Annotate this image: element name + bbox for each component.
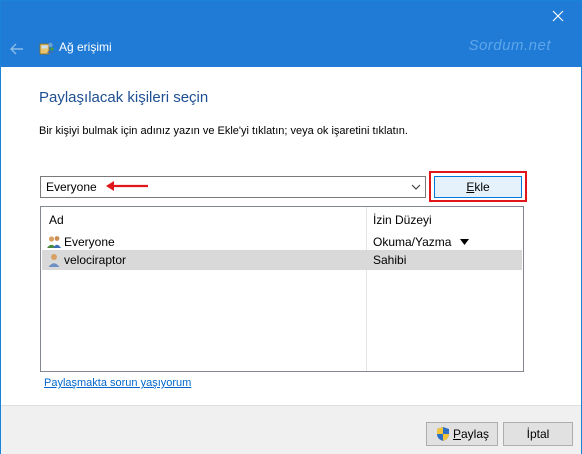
title-bar: [1, 1, 581, 31]
close-icon: [552, 10, 564, 22]
window-title: Ağ erişimi: [59, 40, 112, 54]
add-button[interactable]: Ekle: [434, 176, 522, 198]
sharing-trouble-link[interactable]: Paylaşmakta sorun yaşıyorum: [44, 377, 191, 389]
caret-down-icon[interactable]: [460, 239, 469, 245]
uac-shield-icon: [436, 427, 449, 441]
close-button[interactable]: [535, 1, 581, 31]
dialog-footer: Paylaş İptal: [1, 405, 581, 454]
network-share-icon: [39, 42, 54, 55]
share-button-accesskey: P: [452, 427, 461, 441]
cancel-button[interactable]: İptal: [503, 422, 573, 446]
list-item-everyone[interactable]: Everyone Okuma/Yazma: [42, 232, 522, 252]
back-button[interactable]: [7, 39, 27, 59]
list-item-velociraptor[interactable]: velociraptor Sahibi: [42, 250, 522, 270]
share-list[interactable]: Ad İzin Düzeyi Everyone Okuma/Yazma velo…: [40, 206, 524, 372]
watermark: Sordum.net: [468, 37, 551, 54]
share-dialog-window: Ağ erişimi Sordum.net Paylaşılacak kişil…: [0, 0, 582, 454]
back-arrow-icon: [10, 43, 23, 55]
page-title: Paylaşılacak kişileri seçin: [39, 89, 209, 106]
instruction-text: Bir kişiyi bulmak için adınız yazın ve E…: [39, 125, 408, 137]
share-button-label: aylaş: [461, 427, 490, 441]
add-button-label: kle: [474, 180, 490, 194]
user-name: Everyone: [64, 235, 115, 249]
user-name: velociraptor: [64, 253, 127, 267]
red-arrow-icon: [106, 181, 148, 191]
navigation-bar: Ağ erişimi Sordum.net: [1, 31, 581, 67]
permission-level[interactable]: Okuma/Yazma: [373, 235, 451, 249]
search-input-value[interactable]: Everyone: [46, 180, 97, 194]
permission-level: Sahibi: [373, 253, 407, 267]
chevron-down-icon[interactable]: [411, 183, 421, 191]
share-button[interactable]: Paylaş: [426, 422, 498, 446]
person-search-combobox[interactable]: Everyone: [40, 176, 426, 198]
user-icon: [48, 254, 60, 267]
add-button-accesskey: E: [466, 180, 475, 194]
group-users-icon: [47, 236, 61, 248]
column-header-permission[interactable]: İzin Düzeyi: [373, 213, 432, 227]
column-header-name[interactable]: Ad: [49, 213, 64, 227]
